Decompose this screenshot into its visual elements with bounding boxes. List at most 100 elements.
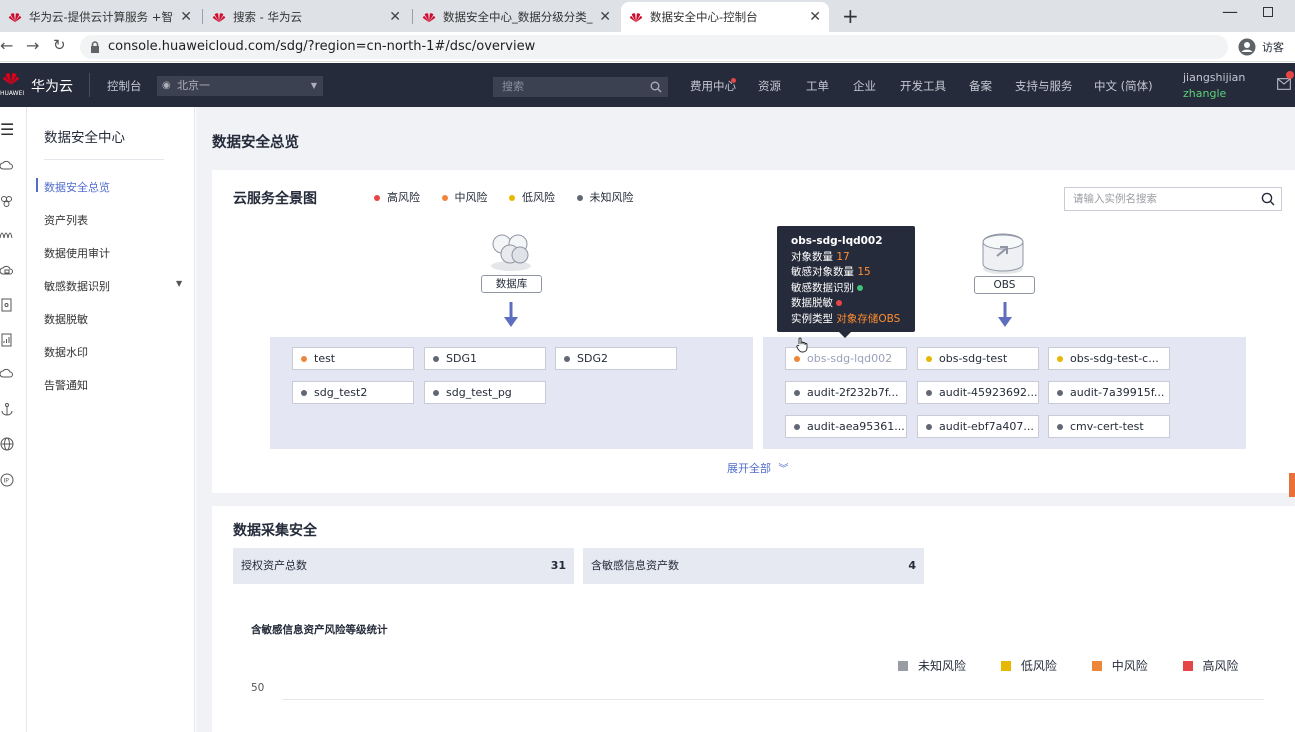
- risk-dot-icon: [1057, 356, 1063, 362]
- tooltip-sensitive-count: 15: [857, 266, 871, 278]
- cloud-sync-icon[interactable]: [0, 367, 14, 381]
- forward-icon[interactable]: →: [26, 36, 39, 55]
- risk-dot-icon: [1057, 390, 1063, 396]
- risk-legend: 高风险 中风险 低风险 未知风险: [374, 189, 634, 205]
- instance-item[interactable]: audit-45923692...: [917, 381, 1039, 404]
- sidebar-item-alarm[interactable]: 告警通知: [44, 377, 88, 393]
- address-bar-row: ← → ↻ console.huaweicloud.com/sdg/?regio…: [0, 32, 1295, 62]
- legend-low: 低风险: [509, 191, 555, 204]
- obs-instance-panel: obs-sdg-lqd002 obs-sdg-test obs-sdg-test…: [763, 337, 1246, 449]
- chart-gridline: [282, 699, 1264, 700]
- close-tab-icon[interactable]: ✕: [180, 9, 192, 25]
- legend-dot-icon: [441, 195, 448, 201]
- sidebar-item-masking[interactable]: 数据脱敏: [44, 311, 88, 327]
- sidebar-item-asset-list[interactable]: 资产列表: [44, 212, 88, 228]
- instance-item[interactable]: SDG1: [424, 347, 546, 370]
- waveform-icon[interactable]: [0, 228, 14, 242]
- nav-resources[interactable]: 资源: [758, 78, 781, 94]
- sidebar-item-overview[interactable]: 数据安全总览: [44, 179, 110, 195]
- nav-language[interactable]: 中文 (简体): [1094, 78, 1153, 94]
- browser-tab[interactable]: 搜索 - 华为云 ✕: [204, 2, 409, 32]
- database-service-icon: [491, 234, 531, 271]
- sidebar-item-watermark[interactable]: 数据水印: [44, 344, 88, 360]
- browser-tab[interactable]: 数据安全中心_数据分级分类_数据 ✕: [414, 2, 619, 32]
- anchor-icon[interactable]: [0, 402, 14, 416]
- reload-icon[interactable]: ↻: [53, 36, 66, 54]
- instance-item[interactable]: audit-7a39915f...: [1048, 381, 1170, 404]
- legend-medium: 中风险: [1091, 659, 1148, 673]
- tooltip-masking-row: 数据脱敏: [791, 296, 901, 312]
- menu-icon[interactable]: ☰: [0, 120, 14, 139]
- avatar-icon: [1238, 38, 1256, 56]
- document-icon[interactable]: [0, 298, 14, 312]
- instance-item[interactable]: audit-aea95361...: [785, 415, 907, 438]
- mail-icon[interactable]: [1277, 78, 1291, 90]
- nav-enterprise[interactable]: 企业: [853, 78, 876, 94]
- instance-item[interactable]: SDG2: [555, 347, 677, 370]
- user-sub-account[interactable]: zhangle: [1183, 87, 1226, 100]
- instance-item[interactable]: sdg_test2: [292, 381, 414, 404]
- search-icon[interactable]: [650, 81, 662, 93]
- region-select[interactable]: ◉ 北京一 ▼: [157, 76, 323, 96]
- risk-dot-icon: [301, 390, 307, 396]
- url-field[interactable]: console.huaweicloud.com/sdg/?region=cn-n…: [80, 35, 1228, 59]
- console-search-input[interactable]: 搜索: [493, 77, 668, 97]
- expand-all-link[interactable]: 展开全部 ︾: [727, 460, 789, 476]
- close-tab-icon[interactable]: ✕: [389, 9, 401, 25]
- search-icon[interactable]: [1261, 192, 1275, 206]
- console-search-placeholder: 搜索: [502, 80, 524, 93]
- globe-icon[interactable]: [0, 437, 14, 451]
- back-icon[interactable]: ←: [0, 36, 13, 55]
- instance-item[interactable]: test: [292, 347, 414, 370]
- browser-tab[interactable]: 华为云-提供云计算服务 +智能, ✕: [0, 2, 200, 32]
- cloud-database-icon[interactable]: [0, 264, 14, 278]
- nav-dev-tools[interactable]: 开发工具: [900, 78, 946, 94]
- user-name[interactable]: jiangshijian: [1183, 71, 1245, 84]
- close-tab-icon[interactable]: ✕: [599, 9, 611, 25]
- instance-search-placeholder: 请输入实例名搜索: [1073, 193, 1157, 205]
- ip-icon[interactable]: IP: [0, 473, 14, 487]
- browser-tab-active[interactable]: 数据安全中心-控制台 ✕: [621, 2, 829, 32]
- minimize-icon[interactable]: —: [1222, 2, 1238, 21]
- instance-item[interactable]: audit-2f232b7f...: [785, 381, 907, 404]
- huawei-logo-icon: [422, 13, 436, 23]
- y-axis-tick: 50: [251, 682, 265, 694]
- cluster-icon[interactable]: [0, 194, 14, 208]
- new-tab-button[interactable]: +: [842, 4, 859, 28]
- nav-icp[interactable]: 备案: [969, 78, 992, 94]
- console-link[interactable]: 控制台: [107, 78, 142, 94]
- nav-billing[interactable]: 费用中心: [690, 78, 736, 94]
- lock-icon: [91, 41, 99, 53]
- stat-value: 4: [908, 559, 916, 572]
- risk-dot-icon: [1057, 424, 1063, 430]
- cloud-server-icon[interactable]: [0, 159, 14, 173]
- tab-title: 搜索 - 华为云: [233, 10, 302, 24]
- feedback-tab[interactable]: [1289, 473, 1295, 497]
- stat-authorized-assets[interactable]: 授权资产总数 31: [233, 548, 574, 584]
- url-text: console.huaweicloud.com/sdg/?region=cn-n…: [108, 39, 536, 54]
- brand-name[interactable]: 华为云: [31, 76, 73, 96]
- expand-all-label: 展开全部: [727, 462, 771, 475]
- profile-label: 访客: [1262, 41, 1284, 54]
- stat-sensitive-assets[interactable]: 含敏感信息资产数 4: [583, 548, 924, 584]
- risk-dot-icon: [433, 390, 439, 396]
- tooltip-type-row: 实例类型 对象存储OBS: [791, 312, 901, 325]
- instance-search-input[interactable]: 请输入实例名搜索: [1064, 187, 1282, 211]
- sidebar-item-usage-audit[interactable]: 数据使用审计: [44, 245, 110, 261]
- database-instance-panel: test SDG1 SDG2 sdg_test2 sdg_test_pg: [270, 337, 753, 449]
- file-chart-icon[interactable]: [0, 333, 14, 347]
- restore-icon[interactable]: [1263, 7, 1273, 17]
- instance-item[interactable]: audit-ebf7a407...: [917, 415, 1039, 438]
- close-tab-icon[interactable]: ✕: [809, 9, 821, 25]
- profile-button[interactable]: 访客: [1238, 36, 1290, 58]
- sidebar-item-sensitive-recognition[interactable]: 敏感数据识别: [44, 278, 110, 294]
- nav-support[interactable]: 支持与服务: [1015, 78, 1073, 94]
- instance-item[interactable]: sdg_test_pg: [424, 381, 546, 404]
- instance-item[interactable]: obs-sdg-test-c...: [1048, 347, 1170, 370]
- obs-service-icon: [982, 233, 1024, 274]
- instance-item[interactable]: cmv-cert-test: [1048, 415, 1170, 438]
- nav-tickets[interactable]: 工单: [806, 78, 829, 94]
- legend-medium: 中风险: [441, 191, 488, 204]
- caret-down-icon[interactable]: ▼: [176, 279, 182, 288]
- instance-item[interactable]: obs-sdg-test: [917, 347, 1039, 370]
